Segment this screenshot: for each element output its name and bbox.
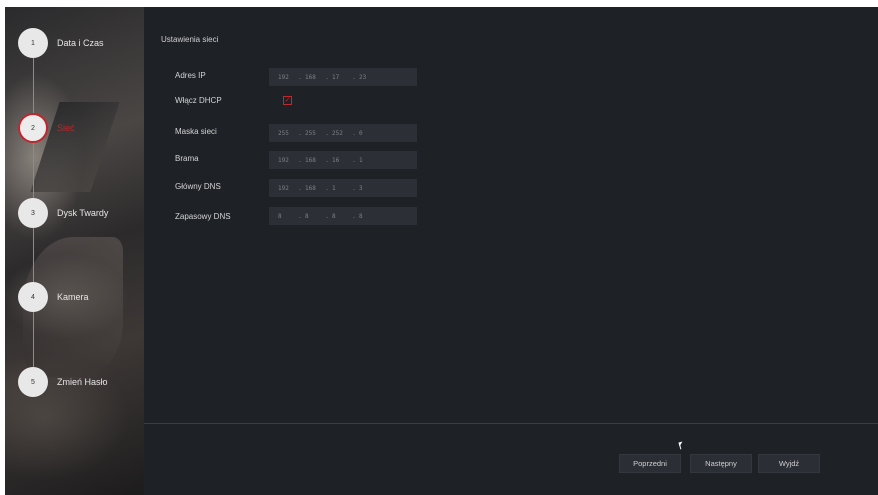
step-label: Kamera bbox=[57, 292, 89, 302]
exit-button[interactable]: Wyjdź bbox=[758, 454, 820, 473]
step-number-circle: 1 bbox=[18, 28, 48, 58]
ip-octet[interactable]: 8 bbox=[278, 213, 295, 220]
mouse-cursor-icon bbox=[678, 441, 684, 447]
ip-octet[interactable]: 0 bbox=[359, 130, 376, 137]
ip-octet[interactable]: 1 bbox=[332, 185, 349, 192]
step-label: Data i Czas bbox=[57, 38, 104, 48]
next-button[interactable]: Następny bbox=[690, 454, 752, 473]
wizard-step-change-password[interactable]: 5 Zmień Hasło bbox=[18, 366, 108, 398]
step-connector bbox=[33, 312, 34, 367]
ip-octet[interactable]: 255 bbox=[278, 130, 295, 137]
step-connector bbox=[33, 58, 34, 113]
footer-divider bbox=[144, 423, 878, 424]
ip-octet[interactable]: 168 bbox=[305, 157, 322, 164]
setup-wizard-screen: 1 Data i Czas 2 Sieć 3 Dysk Twardy 4 Kam… bbox=[5, 7, 878, 495]
ip-octet[interactable]: 3 bbox=[359, 185, 376, 192]
step-label: Dysk Twardy bbox=[57, 208, 109, 218]
ip-octet[interactable]: 192 bbox=[278, 74, 295, 81]
ip-octet[interactable]: 8 bbox=[332, 213, 349, 220]
wizard-step-date-time[interactable]: 1 Data i Czas bbox=[18, 27, 104, 59]
ip-octet[interactable]: 192 bbox=[278, 185, 295, 192]
step-connector bbox=[33, 143, 34, 198]
wizard-step-camera[interactable]: 4 Kamera bbox=[18, 281, 89, 313]
primary-dns-field[interactable]: 192. 168. 1. 3 bbox=[269, 179, 417, 197]
ip-octet[interactable]: 255 bbox=[305, 130, 322, 137]
ip-octet[interactable]: 1 bbox=[359, 157, 376, 164]
gateway-label: Brama bbox=[175, 154, 199, 163]
ip-octet[interactable]: 16 bbox=[332, 157, 349, 164]
step-number-circle: 3 bbox=[18, 198, 48, 228]
step-connector bbox=[33, 228, 34, 283]
wizard-step-network[interactable]: 2 Sieć bbox=[18, 112, 75, 144]
ip-octet[interactable]: 8 bbox=[305, 213, 322, 220]
step-label: Sieć bbox=[57, 123, 75, 133]
secondary-dns-field[interactable]: 8. 8. 8. 8 bbox=[269, 207, 417, 225]
wizard-step-hard-disk[interactable]: 3 Dysk Twardy bbox=[18, 197, 108, 229]
ip-octet[interactable]: 168 bbox=[305, 185, 322, 192]
primary-dns-label: Główny DNS bbox=[175, 182, 221, 191]
gateway-field[interactable]: 192. 168. 16. 1 bbox=[269, 151, 417, 169]
dhcp-checkbox[interactable]: ✓ bbox=[283, 96, 292, 105]
ip-address-label: Adres IP bbox=[175, 71, 206, 80]
ip-octet[interactable]: 192 bbox=[278, 157, 295, 164]
ip-octet[interactable]: 252 bbox=[332, 130, 349, 137]
step-label: Zmień Hasło bbox=[57, 377, 108, 387]
dhcp-label: Włącz DHCP bbox=[175, 96, 222, 105]
secondary-dns-label: Zapasowy DNS bbox=[175, 212, 231, 221]
subnet-mask-field[interactable]: 255. 255. 252. 0 bbox=[269, 124, 417, 142]
subnet-mask-label: Maska sieci bbox=[175, 127, 217, 136]
previous-button[interactable]: Poprzedni bbox=[619, 454, 681, 473]
network-settings-panel: Ustawienia sieci Adres IP 192. 168. 17. … bbox=[144, 7, 878, 495]
ip-address-field[interactable]: 192. 168. 17. 23 bbox=[269, 68, 417, 86]
wizard-sidebar: 1 Data i Czas 2 Sieć 3 Dysk Twardy 4 Kam… bbox=[5, 7, 144, 495]
check-icon: ✓ bbox=[284, 97, 291, 104]
ip-octet[interactable]: 17 bbox=[332, 74, 349, 81]
ip-octet[interactable]: 23 bbox=[359, 74, 376, 81]
section-title: Ustawienia sieci bbox=[161, 35, 219, 44]
step-number-circle: 4 bbox=[18, 282, 48, 312]
step-number-circle: 2 bbox=[18, 113, 48, 143]
step-number-circle: 5 bbox=[18, 367, 48, 397]
ip-octet[interactable]: 168 bbox=[305, 74, 322, 81]
ip-octet[interactable]: 8 bbox=[359, 213, 376, 220]
